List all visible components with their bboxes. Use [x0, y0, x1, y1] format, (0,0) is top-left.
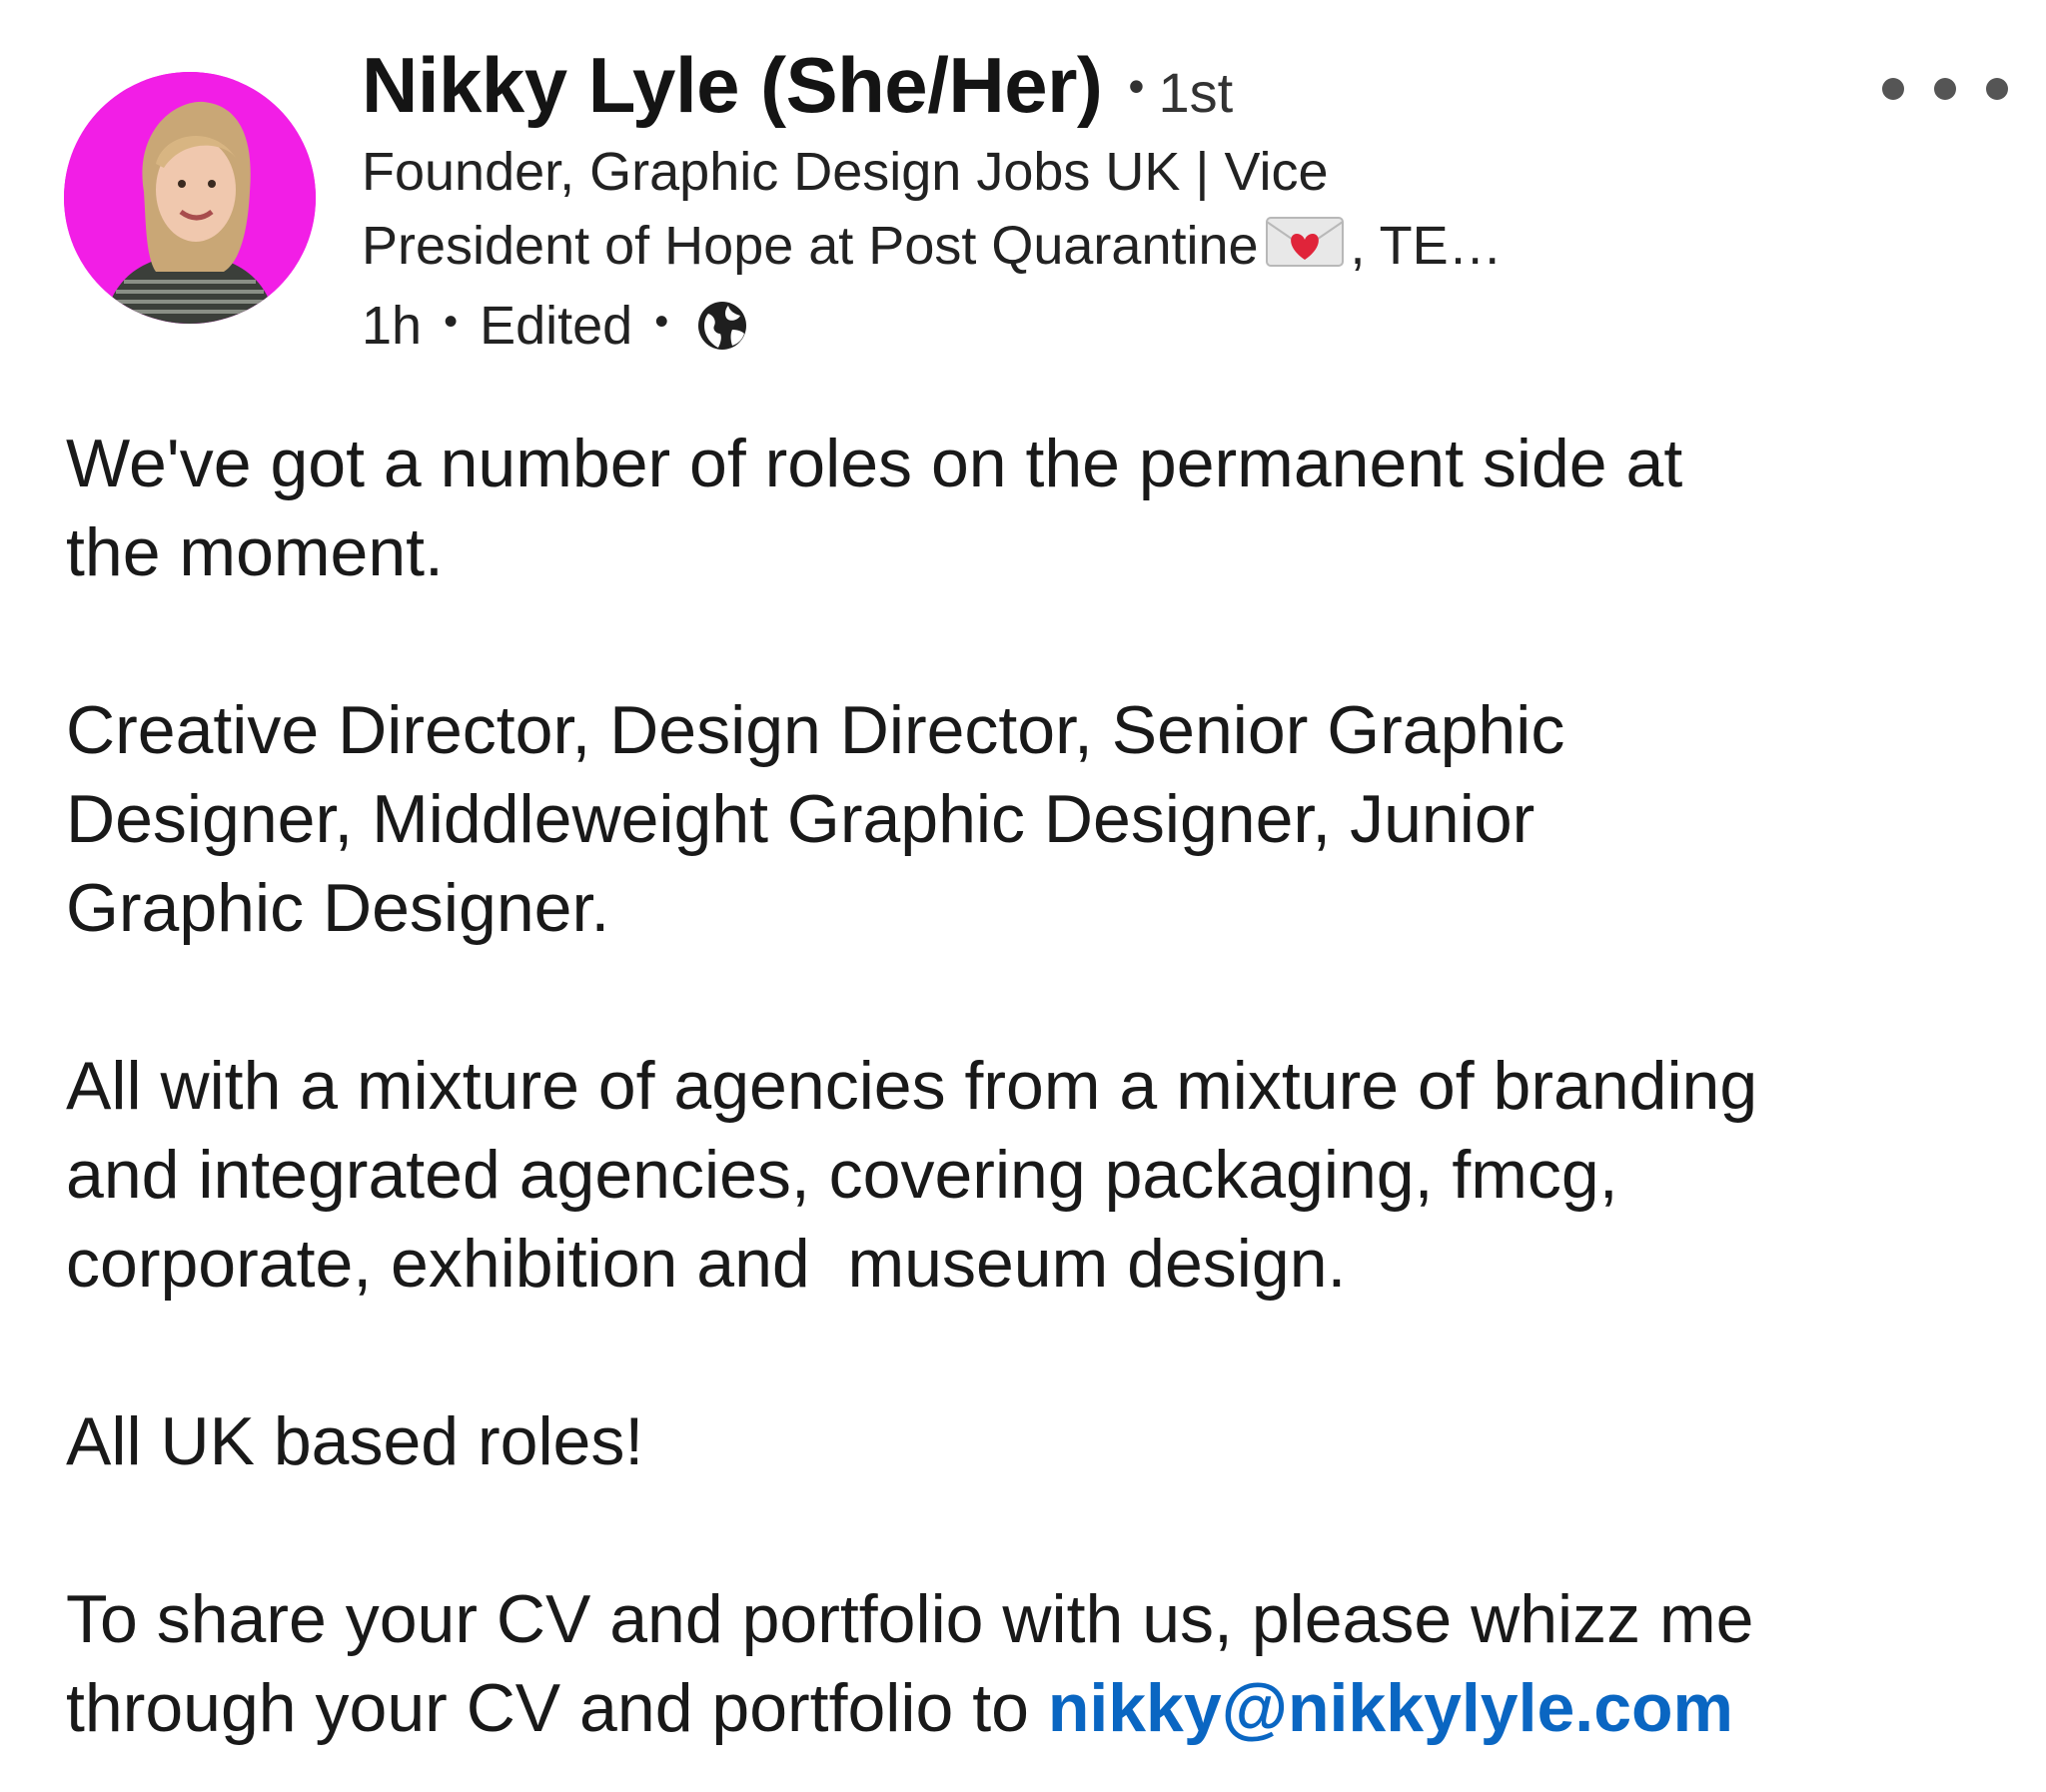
globe-icon [694, 298, 750, 354]
post-paragraph-2: Creative Director, Design Director, Seni… [66, 692, 1565, 946]
post-time: 1h [362, 296, 423, 356]
ellipsis-dot [1986, 78, 2008, 100]
post-paragraph-5: To share your CV and portfolio with us, … [66, 1575, 2004, 1753]
avatar[interactable] [64, 72, 316, 324]
headline-line-2-tail: , TE… [1350, 216, 1503, 276]
meta-dot: • [654, 300, 669, 344]
avatar-photo [64, 72, 316, 324]
degree-separator: • [1128, 60, 1145, 112]
edited-label: Edited [480, 296, 633, 356]
love-letter-emoji-icon [1265, 214, 1345, 289]
post-body: We've got a number of roles on the perma… [66, 420, 2004, 1753]
ellipsis-dot [1934, 78, 1956, 100]
ellipsis-dot [1882, 78, 1904, 100]
ellipsis-icon[interactable] [1882, 72, 2008, 106]
post-meta: 1h • Edited • [362, 289, 1760, 363]
author-name[interactable]: Nikky Lyle (She/Her) [362, 40, 1103, 131]
connection-degree: 1st [1158, 61, 1234, 124]
email-link[interactable]: nikky@nikkylyle.com [1048, 1670, 1733, 1746]
headline-line-2: President of Hope at Post Quarantine , T… [362, 209, 1780, 289]
post-paragraph-4: All UK based roles! [66, 1403, 644, 1479]
post-header: Nikky Lyle (She/Her) • 1st Founder, Grap… [362, 40, 1760, 363]
post-paragraph-1: We've got a number of roles on the perma… [66, 426, 1683, 590]
headline-line-2-text: President of Hope at Post Quarantine [362, 216, 1259, 276]
meta-dot: • [444, 300, 459, 344]
author-headline[interactable]: Founder, Graphic Design Jobs UK | Vice P… [362, 135, 1780, 289]
author-row: Nikky Lyle (She/Her) • 1st [362, 40, 1760, 131]
post-paragraph-3: All with a mixture of agencies from a mi… [66, 1048, 1758, 1302]
headline-line-1: Founder, Graphic Design Jobs UK | Vice [362, 142, 1329, 202]
